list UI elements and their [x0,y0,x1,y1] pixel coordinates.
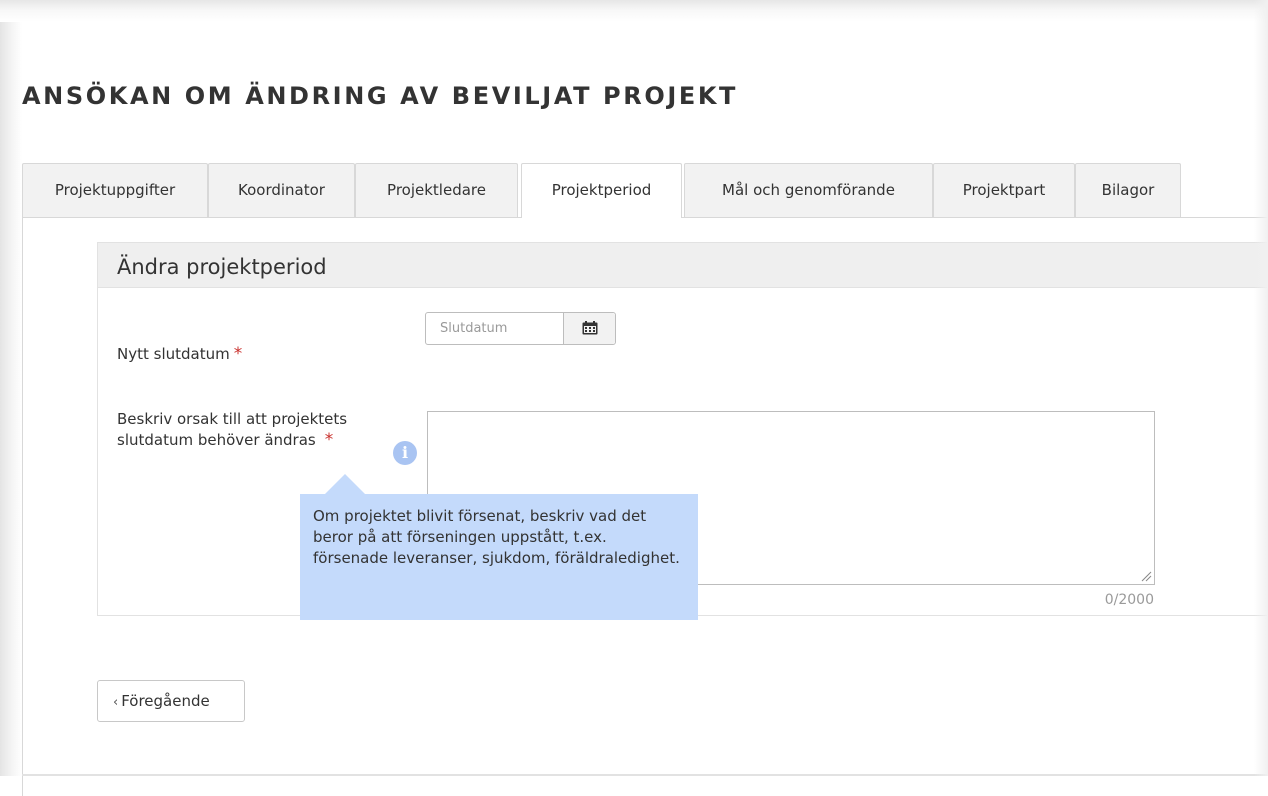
reason-label-line1: Beskriv orsak till att projektets [117,410,348,428]
info-tooltip: Om projektet blivit försenat, beskriv va… [300,474,698,620]
chevron-left-icon: ‹ [113,695,119,710]
panel-title: Ändra projektperiod [117,255,327,279]
page-title: ANSÖKAN OM ÄNDRING AV BEVILJAT PROJEKT [22,82,739,110]
tooltip-arrow [325,474,365,494]
tab-bilagor[interactable]: Bilagor [1075,163,1181,217]
tab-projektledare[interactable]: Projektledare [355,163,518,217]
calendar-icon [582,321,598,335]
right-edge-fade [1254,0,1268,776]
panel-header: Ändra projektperiod [98,243,1268,288]
application-page: ANSÖKAN OM ÄNDRING AV BEVILJAT PROJEKT P… [22,22,1268,796]
tab-mal-och-genomforande[interactable]: Mål och genomförande [684,163,933,217]
content-border [22,218,23,796]
calendar-button[interactable] [563,313,615,344]
end-date-label: Nytt slutdatum * [117,344,242,365]
tooltip-text: Om projektet blivit försenat, beskriv va… [313,507,680,567]
end-date-label-text: Nytt slutdatum [117,345,230,363]
tab-projektpart[interactable]: Projektpart [933,163,1075,217]
browser-viewport: ANSÖKAN OM ÄNDRING AV BEVILJAT PROJEKT P… [0,0,1268,796]
previous-button-label: Föregående [121,692,210,710]
previous-button[interactable]: ‹ Föregående [97,680,245,722]
required-marker: * [233,344,243,364]
resize-grip-icon[interactable] [1141,571,1152,582]
end-date-picker [425,312,616,345]
top-shadow [0,0,1268,22]
left-edge [0,22,22,776]
character-counter: 0/2000 [1104,592,1154,608]
info-icon[interactable]: i [393,441,417,465]
tab-projektuppgifter[interactable]: Projektuppgifter [22,163,208,217]
reason-label-line2: slutdatum behöver ändras [117,431,316,449]
tab-bar: Projektuppgifter Koordinator Projektleda… [22,141,1268,218]
tab-projektperiod[interactable]: Projektperiod [521,163,682,218]
required-marker: * [324,430,334,450]
change-period-panel: Ändra projektperiod Nytt slutdatum * Slu… [97,242,1268,620]
reason-label-line2-row: slutdatum behöver ändras * [117,430,347,451]
tab-koordinator[interactable]: Koordinator [208,163,355,217]
end-date-input[interactable] [426,313,562,344]
reason-label: Beskriv orsak till att projektets slutda… [117,409,347,451]
